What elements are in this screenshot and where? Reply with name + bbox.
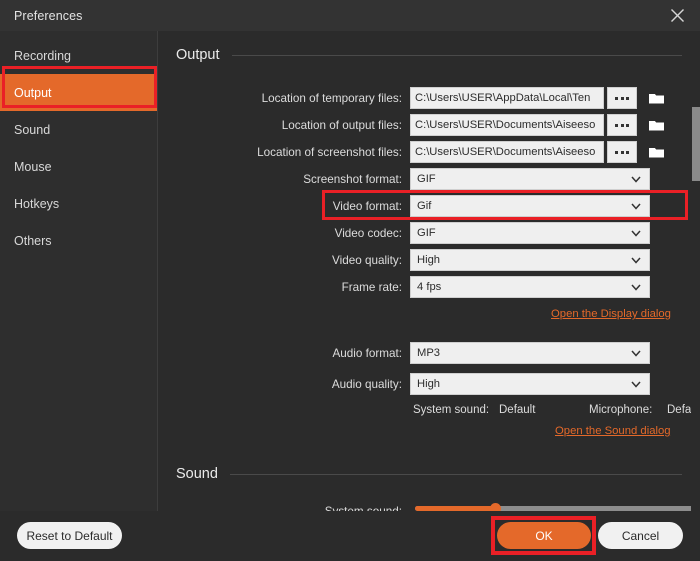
slider-handle[interactable] bbox=[490, 503, 501, 512]
select-value: MP3 bbox=[417, 347, 629, 359]
row-video-format: Video format: Gif bbox=[159, 195, 650, 217]
row-frame-rate: Frame rate: 4 fps bbox=[159, 276, 650, 298]
row-audio-quality: Audio quality: High bbox=[159, 373, 650, 395]
label-output-files: Location of output files: bbox=[159, 119, 410, 132]
folder-icon-screenshot-files[interactable] bbox=[643, 141, 669, 163]
label-system-sound: System sound: bbox=[413, 404, 489, 416]
sidebar-item-sound[interactable]: Sound bbox=[0, 111, 157, 148]
chevron-down-icon bbox=[629, 226, 643, 240]
sidebar-item-others[interactable]: Others bbox=[0, 222, 157, 259]
output-section-title: Output bbox=[176, 47, 220, 63]
sidebar-item-recording[interactable]: Recording bbox=[0, 37, 157, 74]
reset-to-default-button[interactable]: Reset to Default bbox=[17, 522, 122, 549]
row-screenshot-files: Location of screenshot files: C:\Users\U… bbox=[159, 141, 669, 163]
select-frame-rate[interactable]: 4 fps bbox=[410, 276, 650, 298]
folder-icon-temporary-files[interactable] bbox=[643, 87, 669, 109]
slider-fill bbox=[415, 506, 496, 511]
close-x-icon bbox=[670, 8, 685, 23]
sound-section-header: Sound bbox=[176, 466, 682, 482]
row-audio-format: Audio format: MP3 bbox=[159, 342, 650, 364]
input-output-files[interactable]: C:\Users\USER\Documents\Aiseeso bbox=[410, 114, 604, 136]
select-value: High bbox=[417, 378, 629, 390]
browse-button-screenshot-files[interactable] bbox=[607, 141, 637, 163]
chevron-down-icon bbox=[629, 280, 643, 294]
sidebar: Recording Output Sound Mouse Hotkeys Oth… bbox=[0, 31, 158, 511]
row-sound-system-sound: System sound: bbox=[159, 500, 410, 511]
sidebar-item-label: Output bbox=[14, 86, 52, 100]
input-screenshot-files[interactable]: C:\Users\USER\Documents\Aiseeso bbox=[410, 141, 604, 163]
open-sound-dialog-link[interactable]: Open the Sound dialog bbox=[555, 425, 671, 437]
value-system-sound: Default bbox=[499, 404, 535, 416]
label-video-format: Video format: bbox=[159, 200, 410, 213]
content-scrollbar[interactable] bbox=[691, 31, 700, 511]
output-section-header: Output bbox=[176, 47, 682, 63]
cancel-button[interactable]: Cancel bbox=[598, 522, 683, 549]
folder-icon bbox=[648, 91, 665, 105]
sidebar-item-hotkeys[interactable]: Hotkeys bbox=[0, 185, 157, 222]
select-video-codec[interactable]: GIF bbox=[410, 222, 650, 244]
sidebar-item-label: Sound bbox=[14, 123, 50, 137]
row-screenshot-format: Screenshot format: GIF bbox=[159, 168, 650, 190]
sidebar-item-label: Recording bbox=[14, 49, 71, 63]
select-value: 4 fps bbox=[417, 281, 629, 293]
select-value: High bbox=[417, 254, 629, 266]
select-video-quality[interactable]: High bbox=[410, 249, 650, 271]
chevron-down-icon bbox=[629, 346, 643, 360]
sidebar-item-label: Mouse bbox=[14, 160, 52, 174]
select-value: Gif bbox=[417, 200, 629, 212]
sidebar-item-mouse[interactable]: Mouse bbox=[0, 148, 157, 185]
label-screenshot-format: Screenshot format: bbox=[159, 173, 410, 186]
scrollbar-thumb[interactable] bbox=[692, 107, 700, 181]
title-bar: Preferences bbox=[0, 0, 700, 31]
preferences-dialog: Preferences Recording Output Sound Mouse… bbox=[0, 0, 700, 561]
chevron-down-icon bbox=[629, 253, 643, 267]
window-title: Preferences bbox=[14, 9, 83, 23]
label-audio-format: Audio format: bbox=[159, 347, 410, 360]
label-video-quality: Video quality: bbox=[159, 254, 410, 267]
open-display-dialog-link[interactable]: Open the Display dialog bbox=[551, 308, 671, 320]
folder-icon-output-files[interactable] bbox=[643, 114, 669, 136]
label-microphone: Microphone: bbox=[589, 404, 652, 416]
folder-icon bbox=[648, 145, 665, 159]
row-video-codec: Video codec: GIF bbox=[159, 222, 650, 244]
label-audio-quality: Audio quality: bbox=[159, 378, 410, 391]
system-sound-slider[interactable] bbox=[415, 506, 700, 511]
ok-button[interactable]: OK bbox=[497, 522, 591, 549]
section-divider bbox=[230, 474, 682, 475]
select-audio-format[interactable]: MP3 bbox=[410, 342, 650, 364]
dialog-footer: Reset to Default OK Cancel bbox=[0, 511, 700, 561]
select-value: GIF bbox=[417, 227, 629, 239]
chevron-down-icon bbox=[629, 172, 643, 186]
select-audio-quality[interactable]: High bbox=[410, 373, 650, 395]
browse-button-temporary-files[interactable] bbox=[607, 87, 637, 109]
sidebar-item-label: Others bbox=[14, 234, 52, 248]
input-temporary-files[interactable]: C:\Users\USER\AppData\Local\Ten bbox=[410, 87, 604, 109]
sound-section-title: Sound bbox=[176, 466, 218, 482]
content-pane: Output Location of temporary files: C:\U… bbox=[159, 31, 700, 511]
browse-button-output-files[interactable] bbox=[607, 114, 637, 136]
select-video-format[interactable]: Gif bbox=[410, 195, 650, 217]
sidebar-item-output[interactable]: Output bbox=[0, 74, 157, 111]
label-frame-rate: Frame rate: bbox=[159, 281, 410, 294]
select-value: GIF bbox=[417, 173, 629, 185]
section-divider bbox=[232, 55, 682, 56]
folder-icon bbox=[648, 118, 665, 132]
sidebar-item-label: Hotkeys bbox=[14, 197, 59, 211]
row-video-quality: Video quality: High bbox=[159, 249, 650, 271]
row-output-files: Location of output files: C:\Users\USER\… bbox=[159, 114, 669, 136]
chevron-down-icon bbox=[629, 377, 643, 391]
label-video-codec: Video codec: bbox=[159, 227, 410, 240]
system-sound-slider-group bbox=[415, 501, 700, 511]
select-screenshot-format[interactable]: GIF bbox=[410, 168, 650, 190]
row-temporary-files: Location of temporary files: C:\Users\US… bbox=[159, 87, 669, 109]
label-screenshot-files: Location of screenshot files: bbox=[159, 146, 410, 159]
label-temporary-files: Location of temporary files: bbox=[159, 92, 410, 105]
chevron-down-icon bbox=[629, 199, 643, 213]
close-button[interactable] bbox=[654, 0, 700, 31]
